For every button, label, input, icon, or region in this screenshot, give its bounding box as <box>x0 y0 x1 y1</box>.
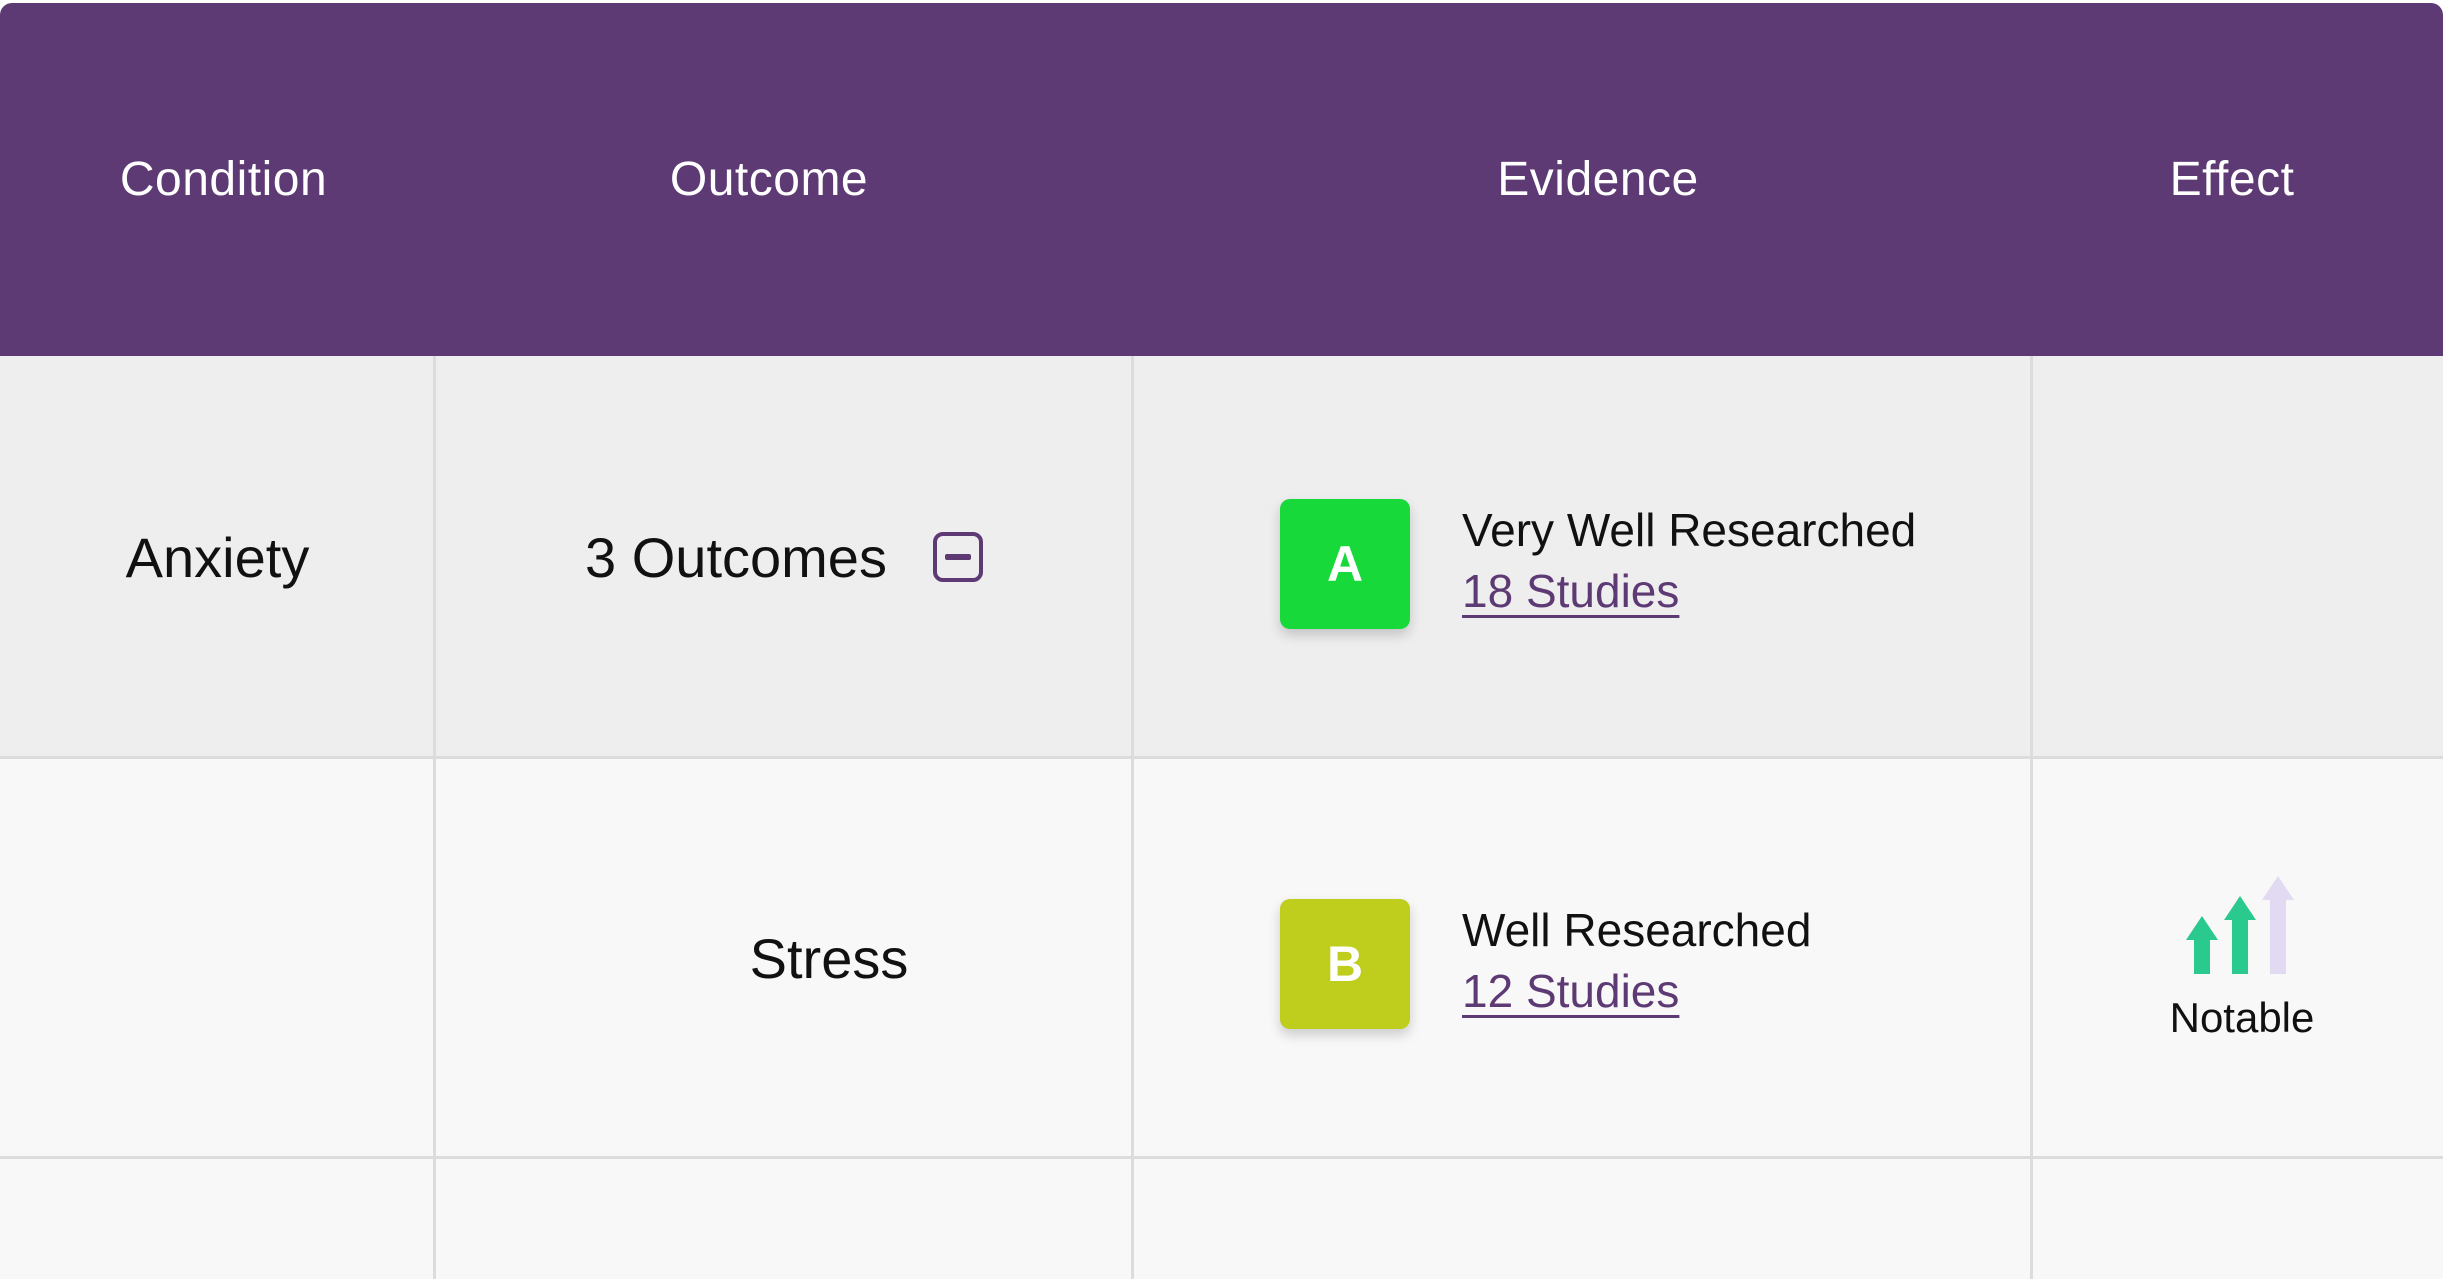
effect-arrow <box>2185 915 2218 974</box>
effect-arrows-icon <box>2185 875 2294 974</box>
evidence-text: Very Well Researched 18 Studies <box>1462 503 1916 625</box>
effect-label: Notable <box>2169 993 2315 1041</box>
effect-indicator: Notable <box>2169 875 2315 1042</box>
studies-link[interactable]: 18 Studies <box>1462 558 1916 625</box>
condition-cell: Anxiety <box>0 356 435 758</box>
condition-cell <box>0 759 435 1158</box>
table-row <box>0 1156 2443 1279</box>
table-row: Anxiety 3 Outcomes A Very Well Researche… <box>0 356 2443 758</box>
column-divider <box>2030 356 2033 1279</box>
header-condition: Condition <box>119 153 328 206</box>
header-outcome: Outcome <box>669 153 869 206</box>
outcome-cell: 3 Outcomes <box>435 356 1133 758</box>
evidence-cell: A Very Well Researched 18 Studies <box>1280 499 1916 629</box>
evidence-cell: B Well Researched 12 Studies <box>1280 899 1811 1029</box>
grade-badge: A <box>1280 499 1410 629</box>
effect-arrow <box>2223 895 2256 974</box>
grade-badge: B <box>1280 899 1410 1029</box>
collapse-outcomes-button[interactable] <box>932 532 983 582</box>
outcome-group: 3 Outcomes <box>585 525 983 590</box>
evidence-text: Well Researched 12 Studies <box>1462 903 1811 1025</box>
outcome-cell: Stress <box>435 759 1133 1158</box>
studies-link[interactable]: 12 Studies <box>1462 958 1811 1025</box>
effect-cell: Notable <box>2032 759 2443 1158</box>
header-evidence: Evidence <box>1497 153 1699 206</box>
outcome-count: 3 Outcomes <box>585 525 887 589</box>
evidence-label: Well Researched <box>1462 904 1812 957</box>
condition-label: Anxiety <box>125 525 310 589</box>
column-divider <box>1131 356 1134 1279</box>
research-table: Condition Outcome Evidence Effect Anxiet… <box>0 0 2443 1279</box>
minus-square-icon <box>944 554 971 560</box>
table-row: Stress B Well Researched 12 Studies Nota… <box>0 756 2443 1158</box>
column-divider <box>433 356 436 1279</box>
evidence-label: Very Well Researched <box>1462 504 1917 557</box>
table-header: Condition Outcome Evidence Effect <box>0 3 2443 356</box>
header-effect: Effect <box>2169 153 2295 206</box>
effect-arrow <box>2261 875 2294 974</box>
outcome-label: Stress <box>749 927 909 990</box>
